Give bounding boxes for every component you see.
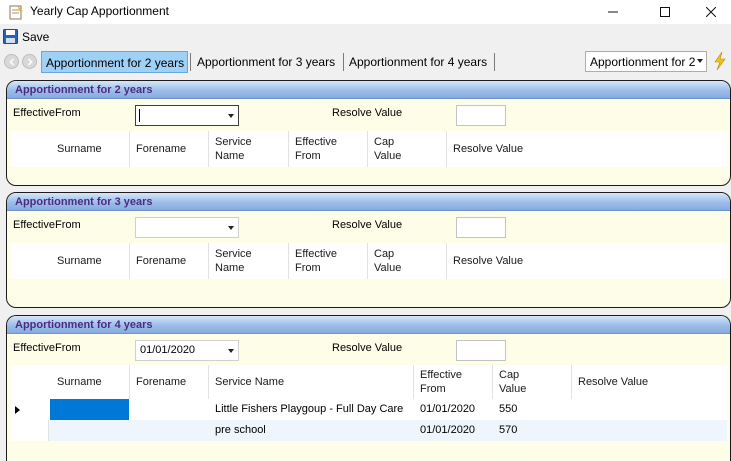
effective-from-cell[interactable]: 01/01/2020 [413, 420, 492, 441]
cap-value-cell[interactable]: 550 [492, 399, 571, 420]
column-header-resolve-value[interactable]: Resolve Value [571, 365, 671, 399]
column-header-service-name[interactable]: Service Name [208, 243, 270, 279]
tab-apportionment-2-years[interactable]: Apportionment for 2 years [41, 51, 188, 73]
column-header-cap-value[interactable]: Cap Value [492, 365, 534, 399]
forward-button[interactable] [22, 54, 37, 69]
effective-from-value: 01/01/2020 [140, 344, 196, 356]
resolve-value-label: Resolve Value [332, 107, 403, 119]
column-header-cap-value[interactable]: Cap Value [367, 243, 409, 279]
back-button[interactable] [4, 54, 19, 69]
apportionment-grid: Surname Forename Service Name Effective … [11, 365, 727, 441]
resolve-value-label: Resolve Value [332, 219, 403, 231]
forename-cell[interactable] [129, 420, 208, 441]
tab-separator [494, 53, 495, 71]
tab-apportionment-4-years[interactable]: Apportionment for 4 years [345, 51, 495, 73]
column-header-surname[interactable]: Surname [50, 243, 129, 279]
lightning-bolt-icon[interactable] [712, 52, 728, 70]
apportionment-grid: Surname Forename Service Name Effective … [11, 131, 727, 167]
app-icon [9, 5, 23, 20]
resolve-value-input[interactable] [456, 340, 506, 361]
current-row-arrow-icon [15, 406, 20, 414]
row-selector[interactable] [11, 399, 49, 420]
service-name-cell[interactable]: pre school [208, 420, 413, 441]
effective-from-label: EffectiveFrom [13, 107, 81, 119]
chevron-right-icon [27, 58, 33, 66]
chevron-down-icon [228, 226, 234, 230]
column-header-effective-from[interactable]: Effective From [288, 131, 348, 167]
column-header-cap-value[interactable]: Cap Value [367, 131, 409, 167]
tab-separator [190, 53, 191, 71]
navigation-bar: Apportionment for 2 years Apportionment … [0, 49, 731, 75]
surname-cell[interactable] [50, 399, 129, 420]
apportionment-selector[interactable]: Apportionment for 2 [585, 51, 707, 72]
column-header-service-name[interactable]: Service Name [208, 365, 408, 399]
apportionment-selector-value: Apportionment for 2 [590, 55, 696, 69]
chevron-down-icon [228, 114, 234, 118]
cap-value-cell[interactable]: 570 [492, 420, 571, 441]
column-header-effective-from[interactable]: Effective From [413, 365, 475, 399]
column-header-resolve-value[interactable]: Resolve Value [446, 243, 546, 279]
effective-from-select[interactable] [135, 217, 239, 238]
minimize-button[interactable] [590, 0, 636, 24]
floppy-disk-icon [3, 29, 18, 44]
window-title: Yearly Cap Apportionment [30, 4, 169, 18]
resolve-value-input[interactable] [456, 217, 506, 238]
forename-cell[interactable] [129, 399, 208, 420]
column-header-forename[interactable]: Forename [129, 243, 208, 279]
panel-apportionment-3-years: Apportionment for 3 years EffectiveFrom … [6, 192, 731, 308]
apportionment-grid: Surname Forename Service Name Effective … [11, 243, 727, 279]
text-caret [139, 109, 140, 122]
grid-header: Surname Forename Service Name Effective … [11, 243, 727, 279]
panel-apportionment-4-years: Apportionment for 4 years EffectiveFrom … [6, 315, 731, 461]
panel-title: Apportionment for 3 years [7, 193, 730, 211]
table-row[interactable]: Little Fishers Playgoup - Full Day Care … [11, 399, 727, 420]
column-header-effective-from[interactable]: Effective From [288, 243, 348, 279]
row-selector[interactable] [11, 420, 49, 441]
column-header-surname[interactable]: Surname [50, 131, 129, 167]
maximize-button[interactable] [642, 0, 688, 24]
resolve-value-input[interactable] [456, 105, 506, 126]
resolve-value-label: Resolve Value [332, 342, 403, 354]
service-name-cell[interactable]: Little Fishers Playgoup - Full Day Care [208, 399, 413, 420]
tab-apportionment-3-years[interactable]: Apportionment for 3 years [193, 51, 341, 73]
minimize-icon [608, 11, 618, 13]
effective-from-label: EffectiveFrom [13, 219, 81, 231]
chevron-down-icon [697, 59, 703, 63]
column-header-forename[interactable]: Forename [129, 131, 208, 167]
surname-cell[interactable] [50, 420, 129, 441]
resolve-value-cell[interactable] [571, 420, 727, 441]
close-icon [706, 7, 716, 17]
resolve-value-cell[interactable] [571, 399, 727, 420]
close-button[interactable] [688, 0, 731, 24]
column-header-service-name[interactable]: Service Name [208, 131, 270, 167]
effective-from-select[interactable]: 01/01/2020 [135, 340, 239, 361]
effective-from-cell[interactable]: 01/01/2020 [413, 399, 492, 420]
title-bar: Yearly Cap Apportionment [0, 0, 731, 24]
column-header-resolve-value[interactable]: Resolve Value [446, 131, 546, 167]
table-row[interactable]: pre school 01/01/2020 570 [11, 420, 727, 441]
panel-apportionment-2-years: Apportionment for 2 years EffectiveFrom … [6, 80, 731, 186]
panel-title: Apportionment for 4 years [7, 316, 730, 334]
chevron-left-icon [9, 58, 15, 66]
chevron-down-icon [228, 349, 234, 353]
tab-separator [343, 53, 344, 71]
maximize-icon [660, 7, 670, 17]
grid-header: Surname Forename Service Name Effective … [11, 131, 727, 167]
save-label: Save [22, 30, 50, 44]
effective-from-select[interactable] [135, 105, 239, 126]
column-header-surname[interactable]: Surname [50, 365, 129, 399]
effective-from-label: EffectiveFrom [13, 342, 81, 354]
panel-title: Apportionment for 2 years [7, 81, 730, 99]
column-header-forename[interactable]: Forename [129, 365, 208, 399]
grid-header: Surname Forename Service Name Effective … [11, 365, 727, 399]
